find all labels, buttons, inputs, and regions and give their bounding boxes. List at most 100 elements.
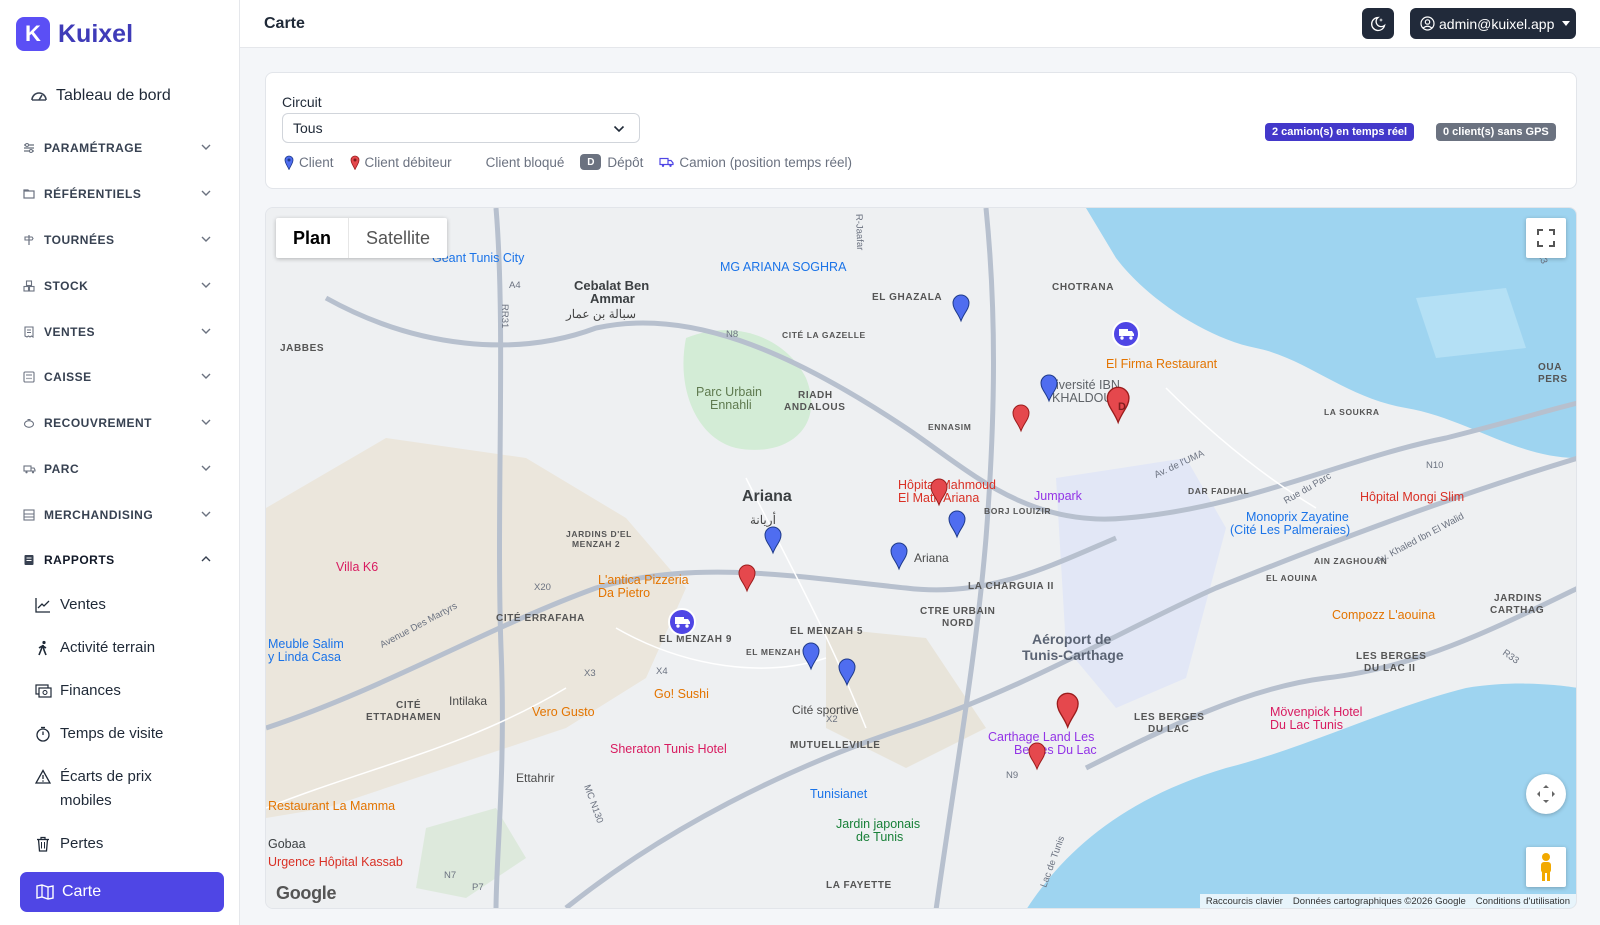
poi-monoprix2: (Cité Les Palmeraies): [1230, 523, 1350, 537]
label-el-aouina: EL AOUINA: [1266, 573, 1318, 583]
truck-marker[interactable]: [668, 608, 696, 636]
label-la-charguia: LA CHARGUIA II: [968, 581, 1054, 592]
chevron-down-icon: [201, 236, 211, 242]
legend-label: Dépôt: [607, 154, 644, 170]
label-la-soukra: LA SOUKRA: [1324, 407, 1380, 417]
label-cite-gazelle: CITÉ LA GAZELLE: [782, 330, 866, 340]
label-cite-ettadhamen: CITÉ: [396, 698, 421, 711]
nav-group-rapports[interactable]: RAPPORTS: [22, 549, 218, 571]
topbar: Carte admin@kuixel.app: [240, 0, 1600, 48]
folder-icon: [22, 187, 36, 201]
filter-card: Circuit Tous Client Client débiteur Clie…: [265, 72, 1577, 189]
street-view-pegman[interactable]: [1526, 847, 1566, 887]
poi-hopital-mongi: Hôpital Mongi Slim: [1360, 490, 1464, 504]
nav-group-label: PARC: [44, 462, 80, 476]
map-type-satellite-button[interactable]: Satellite: [349, 218, 447, 258]
map-type-plan-button[interactable]: Plan: [276, 218, 350, 258]
circuit-select-value: Tous: [293, 120, 323, 136]
map-labels: Ariana: [742, 488, 792, 505]
chevron-up-icon: [201, 556, 211, 562]
label-ouad: OUA: [1538, 362, 1562, 373]
label-jardins-menzah2: MENZAH 2: [572, 539, 620, 549]
poi-urgence: Urgence Hôpital Kassab: [268, 855, 403, 869]
map-container[interactable]: Ariana Cebalat Ben Ammar أريانة سبالة بن…: [265, 207, 1577, 909]
sliders-icon: [22, 141, 36, 155]
map-canvas[interactable]: Ariana Cebalat Ben Ammar أريانة سبالة بن…: [266, 208, 1577, 909]
label-cebalat2: Ammar: [590, 291, 635, 306]
nav-group-label: TOURNÉES: [44, 233, 115, 247]
nav-group-tournees[interactable]: TOURNÉES: [22, 229, 218, 251]
sidebar-item-ecarts-prix[interactable]: Écarts de prix mobiles: [34, 765, 204, 813]
sidebar-item-activite-terrain[interactable]: Activité terrain: [34, 636, 218, 660]
poi-mg-ariana: MG ARIANA SOGHRA: [720, 260, 847, 274]
map-icon: [36, 884, 54, 900]
nav-group-parc[interactable]: PARC: [22, 458, 218, 480]
fullscreen-button[interactable]: [1526, 218, 1566, 258]
circuit-select[interactable]: Tous: [282, 113, 640, 143]
sidebar-item-finances[interactable]: Finances: [34, 679, 218, 703]
label-el-menzah9: EL MENZAH 9: [659, 634, 732, 645]
label-el-menzah5: EL MENZAH 5: [790, 626, 863, 637]
label-ariana-ar: أريانة: [750, 512, 776, 527]
red-pin-icon: [350, 155, 359, 170]
sidebar-item-label: Temps de visite: [60, 725, 164, 742]
label-ariana-metro: Ariana: [914, 551, 949, 565]
shelf-icon: [22, 508, 36, 522]
person-walking-icon: [34, 636, 52, 660]
nav-group-stock[interactable]: STOCK: [22, 275, 218, 297]
legend-debtor: Client débiteur: [350, 155, 452, 170]
page-title: Carte: [264, 15, 305, 32]
receipt-icon: [22, 325, 36, 339]
label-el-menzah: EL MENZAH: [746, 647, 801, 657]
label-a4: A4: [509, 280, 521, 291]
label-ghazala: EL GHAZALA: [872, 292, 942, 303]
poi-meuble: Meuble Salim: [268, 637, 344, 651]
nav-group-ventes[interactable]: VENTES: [22, 321, 218, 343]
legend-label: Client: [299, 154, 334, 170]
label-cebalat-ar: سبالة بن عمار: [565, 307, 636, 321]
poi-jardin-japonais2: de Tunis: [856, 830, 903, 844]
poi-meuble2: y Linda Casa: [268, 650, 341, 664]
keyboard-shortcuts-link[interactable]: Raccourcis clavier: [1206, 896, 1283, 907]
truck-marker[interactable]: [1112, 320, 1140, 348]
map-legend: Client Client débiteur Client bloqué D D…: [284, 154, 868, 170]
terms-link[interactable]: Conditions d'utilisation: [1476, 896, 1570, 907]
chevron-down-icon: [613, 125, 625, 133]
label-jardins-menzah: JARDINS D'EL: [566, 529, 632, 539]
label-n8: N8: [726, 329, 738, 340]
nav-group-label: PARAMÉTRAGE: [44, 141, 143, 155]
camera-control-button[interactable]: [1526, 774, 1566, 814]
label-berges-lac: LES BERGES: [1134, 712, 1204, 723]
legend-blocked: Client bloqué: [486, 155, 565, 170]
nav-group-referentiels[interactable]: RÉFÉRENTIELS: [22, 183, 218, 205]
user-menu-button[interactable]: admin@kuixel.app: [1410, 8, 1576, 39]
moon-stars-icon: [1371, 16, 1386, 31]
label-riadh: RIADH: [798, 390, 833, 401]
label-pers: PERS: [1538, 374, 1568, 385]
label-berges-lac-b: DU LAC: [1148, 724, 1189, 735]
nav-group-caisse[interactable]: CAISSE: [22, 366, 218, 388]
sidebar-item-dashboard[interactable]: Tableau de bord: [30, 84, 171, 108]
sidebar-item-pertes[interactable]: Pertes: [34, 832, 218, 856]
stopwatch-icon: [34, 722, 52, 746]
nav-group-parametrage[interactable]: PARAMÉTRAGE: [22, 137, 218, 159]
sidebar-item-ventes-report[interactable]: Ventes: [34, 593, 218, 617]
nav-group-merchandising[interactable]: MERCHANDISING: [22, 504, 218, 526]
truck-icon: [659, 157, 675, 167]
sidebar-item-carte[interactable]: Carte: [20, 872, 224, 912]
brand[interactable]: K Kuixel: [16, 17, 133, 51]
cash-register-icon: [22, 370, 36, 384]
theme-toggle-button[interactable]: [1362, 8, 1394, 39]
nav-group-label: MERCHANDISING: [44, 508, 154, 522]
sidebar-item-temps-visite[interactable]: Temps de visite: [34, 722, 218, 746]
chevron-down-icon: [201, 144, 211, 150]
realtime-trucks-badge: 2 camion(s) en temps réel: [1265, 123, 1415, 141]
chevron-down-icon: [201, 282, 211, 288]
signpost-icon: [22, 233, 36, 247]
poi-carthage-land2: Berges Du Lac: [1014, 743, 1097, 757]
map-data-credit: Données cartographiques ©2026 Google: [1292, 895, 1466, 907]
nav-group-recouvrement[interactable]: RECOUVREMENT: [22, 412, 218, 434]
poi-antica2: Da Pietro: [598, 586, 650, 600]
label-jabbes: JABBES: [280, 343, 324, 354]
label-p7: P7: [472, 882, 484, 893]
